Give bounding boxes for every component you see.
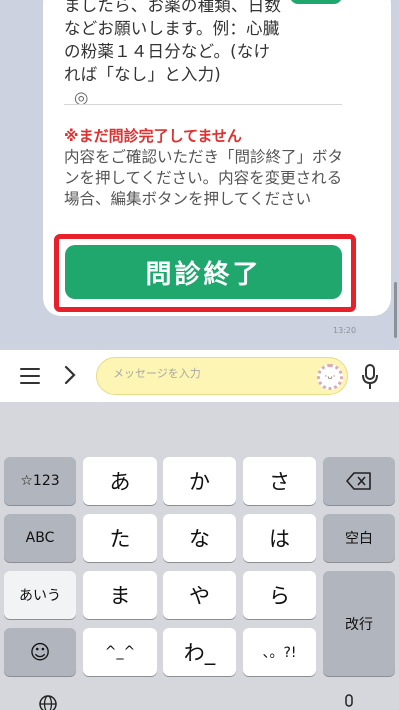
sticker-face-icon[interactable]: ·ᴗ· — [317, 364, 343, 390]
key-kaomoji[interactable]: ^_^ — [83, 628, 157, 676]
message-line: ◎ — [74, 88, 89, 107]
chevron-right-icon[interactable] — [63, 364, 77, 392]
key-ka[interactable]: か — [163, 457, 236, 505]
incomplete-warning: ※まだ問診完了してません — [64, 127, 242, 145]
key-abc[interactable]: ABC — [4, 514, 76, 562]
emoji-key[interactable]: ☺ — [4, 628, 76, 676]
key-wa[interactable]: わ_ — [163, 628, 236, 676]
key-a[interactable]: あ — [83, 457, 157, 505]
globe-icon[interactable] — [38, 694, 58, 710]
message-line: などお願いします。例：心臓 — [64, 19, 280, 38]
finish-interview-button[interactable]: 問診終了 — [65, 245, 342, 299]
guide-text: 内容をご確認いただき「問診終了」ボタンを押してください。内容を変更される場合、編… — [64, 148, 344, 208]
key-punctuation[interactable]: 、。?! — [243, 628, 316, 676]
key-sa[interactable]: さ — [243, 457, 316, 505]
return-key[interactable]: 改行 — [323, 571, 395, 676]
key-na[interactable]: な — [163, 514, 236, 562]
message-line: れば「なし」と入力) — [64, 65, 221, 84]
japanese-keyboard: ☆123 あ か さ ABC た な は 空白 あいう ま や ら 改行 ☺ ^… — [0, 402, 399, 710]
space-key[interactable]: 空白 — [323, 514, 395, 562]
backspace-key[interactable] — [323, 457, 395, 505]
message-text: ましたら、お薬の種類、日数 などお願いします。例：心臓 の粉薬１４日分など。(な… — [64, 0, 354, 109]
message-input[interactable] — [113, 367, 303, 380]
message-input-field[interactable]: ·ᴗ· — [96, 357, 348, 395]
dictation-mic-icon[interactable] — [342, 694, 356, 710]
key-ya[interactable]: や — [163, 571, 236, 619]
key-ha[interactable]: は — [243, 514, 316, 562]
divider — [64, 104, 342, 105]
key-numbers[interactable]: ☆123 — [4, 457, 76, 505]
key-ta[interactable]: た — [83, 514, 157, 562]
message-input-bar: ·ᴗ· — [0, 350, 399, 402]
message-line: の粉薬１４日分など。(なけ — [64, 42, 271, 61]
key-hiragana[interactable]: あいう — [4, 571, 76, 619]
scrollbar[interactable] — [394, 282, 397, 338]
hamburger-menu-icon[interactable] — [20, 368, 40, 384]
key-ra[interactable]: ら — [243, 571, 316, 619]
chat-area: ましたら、お薬の種類、日数 などお願いします。例：心臓 の粉薬１４日分など。(な… — [0, 0, 399, 350]
message-line: ましたら、お薬の種類、日数 — [64, 0, 282, 15]
message-timestamp: 13:20 — [333, 326, 357, 335]
backspace-icon — [346, 472, 371, 490]
microphone-icon[interactable] — [362, 364, 378, 390]
key-ma[interactable]: ま — [83, 571, 157, 619]
